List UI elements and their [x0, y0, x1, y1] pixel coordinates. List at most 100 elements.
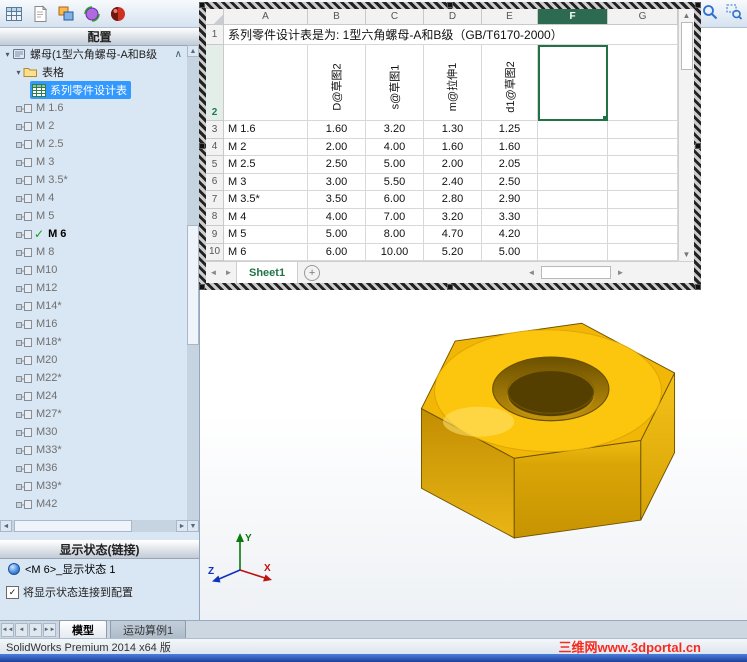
excel-cell[interactable] — [538, 226, 608, 244]
config-root-item[interactable]: ▾ 螺母(1型六角螺母-A和B级 ∧ — [0, 45, 188, 63]
excel-col-header-B[interactable]: B — [308, 9, 366, 25]
excel-config-cell[interactable]: M 4 — [224, 208, 308, 226]
config-item[interactable]: M30 — [0, 423, 188, 441]
excel-value-cell[interactable]: 1.25 — [482, 121, 538, 139]
config-item[interactable]: M 4 — [0, 189, 188, 207]
windows-taskbar-edge[interactable] — [0, 654, 747, 662]
config-item[interactable]: M12 — [0, 279, 188, 297]
scroll-right-icon[interactable]: ► — [613, 268, 628, 277]
scroll-left-icon[interactable]: ◄ — [0, 520, 12, 532]
scroll-up-icon[interactable]: ▲ — [187, 45, 199, 57]
excel-cell[interactable] — [538, 173, 608, 191]
excel-config-cell[interactable]: M 5 — [224, 226, 308, 244]
excel-value-cell[interactable]: 3.00 — [308, 173, 366, 191]
tab-last-icon[interactable]: ►► — [43, 623, 56, 637]
config-item[interactable]: M24 — [0, 387, 188, 405]
config-item[interactable]: M36 — [0, 459, 188, 477]
excel-config-cell[interactable]: M 6 — [224, 243, 308, 261]
table-icon[interactable] — [2, 2, 26, 26]
excel-cell[interactable] — [538, 191, 608, 209]
excel-value-cell[interactable]: 1.60 — [482, 138, 538, 156]
design-table-ole[interactable]: A B C D E F G 1 2 3 4 5 6 7 8 9 10 系列零件设计表是为: 1型六角螺母-A和B级… — [199, 2, 701, 290]
config-item[interactable]: M42 — [0, 495, 188, 513]
excel-col-header-A[interactable]: A — [224, 9, 308, 25]
config-item[interactable]: M 3 — [0, 153, 188, 171]
excel-value-cell[interactable]: 2.00 — [424, 156, 482, 174]
design-table-item[interactable]: 系列零件设计表 — [0, 81, 188, 99]
sheet-icon[interactable] — [28, 2, 52, 26]
excel-cell[interactable] — [538, 121, 608, 139]
excel-cell[interactable] — [608, 191, 678, 209]
tables-folder-item[interactable]: ▾ 表格 — [0, 63, 188, 81]
ole-handle[interactable] — [695, 284, 701, 290]
config-item[interactable]: ✓ M 6 — [0, 225, 188, 243]
excel-value-cell[interactable]: 2.80 — [424, 191, 482, 209]
zoom-area-icon[interactable] — [725, 3, 743, 24]
config-item[interactable]: M 2.5 — [0, 135, 188, 153]
excel-col-header-D[interactable]: D — [424, 9, 482, 25]
scroll-up-icon[interactable]: ▲ — [683, 9, 691, 22]
excel-value-cell[interactable]: 2.50 — [482, 173, 538, 191]
add-sheet-icon[interactable]: + — [304, 264, 321, 281]
excel-col-header-G[interactable]: G — [608, 9, 678, 25]
ole-handle[interactable] — [695, 143, 701, 149]
excel-row-header-9[interactable]: 9 — [206, 226, 224, 244]
excel-value-cell[interactable]: 1.60 — [308, 121, 366, 139]
excel-col-header-F[interactable]: F — [538, 9, 608, 25]
excel-value-cell[interactable]: 8.00 — [366, 226, 424, 244]
scroll-left-icon[interactable]: ◄ — [524, 268, 539, 277]
tab-next-icon[interactable]: ► — [29, 623, 42, 637]
excel-cell[interactable] — [608, 208, 678, 226]
tab-motion-study[interactable]: 运动算例1 — [110, 620, 187, 638]
excel-value-cell[interactable]: 2.40 — [424, 173, 482, 191]
config-item[interactable]: M20 — [0, 351, 188, 369]
excel-value-cell[interactable]: 2.50 — [308, 156, 366, 174]
scrollbar-thumb[interactable] — [187, 225, 199, 345]
sheet-tab[interactable]: Sheet1 — [236, 262, 299, 283]
excel-value-cell[interactable]: 4.20 — [482, 226, 538, 244]
config-item[interactable]: M16 — [0, 315, 188, 333]
excel-config-cell[interactable]: M 3 — [224, 173, 308, 191]
excel-active-cell[interactable] — [538, 45, 608, 121]
excel-config-cell[interactable]: M 2.5 — [224, 156, 308, 174]
material-icon[interactable] — [106, 2, 130, 26]
excel-value-cell[interactable]: 6.00 — [308, 243, 366, 261]
excel-value-cell[interactable]: 3.20 — [424, 208, 482, 226]
excel-cell[interactable] — [538, 208, 608, 226]
config-item[interactable]: M 3.5* — [0, 171, 188, 189]
ole-handle[interactable] — [447, 2, 453, 8]
config-item[interactable]: M 2 — [0, 117, 188, 135]
excel-value-cell[interactable]: 5.50 — [366, 173, 424, 191]
excel-value-cell[interactable]: 10.00 — [366, 243, 424, 261]
excel-value-cell[interactable]: 4.00 — [366, 138, 424, 156]
excel-value-cell[interactable]: 5.20 — [424, 243, 482, 261]
excel-value-cell[interactable]: 5.00 — [366, 156, 424, 174]
scroll-down-icon[interactable]: ▼ — [187, 520, 199, 532]
excel-col-header-E[interactable]: E — [482, 9, 538, 25]
ole-handle[interactable] — [199, 143, 205, 149]
excel-param-header[interactable]: D@草图2 — [308, 45, 366, 121]
excel-cell[interactable] — [608, 138, 678, 156]
excel-select-all[interactable] — [206, 9, 224, 25]
excel-cell[interactable] — [538, 138, 608, 156]
hex-nut-model[interactable] — [398, 292, 698, 542]
config-item[interactable]: M14* — [0, 297, 188, 315]
tree-vertical-scrollbar[interactable]: ▲ ▼ — [187, 45, 199, 532]
config-item[interactable]: M 1.6 — [0, 99, 188, 117]
excel-cell[interactable] — [608, 156, 678, 174]
tab-first-icon[interactable]: ◄◄ — [1, 623, 14, 637]
collapse-arrow-icon[interactable]: ∧ — [175, 49, 182, 60]
expander-icon[interactable]: ▾ — [3, 50, 12, 59]
excel-cell-A2[interactable] — [224, 45, 308, 121]
link-display-states-row[interactable]: ✓ 将显示状态连接到配置 — [0, 584, 133, 600]
tab-prev-icon[interactable]: ◄ — [15, 623, 28, 637]
expander-icon[interactable]: ▾ — [14, 68, 23, 77]
scroll-down-icon[interactable]: ▼ — [683, 248, 691, 261]
scrollbar-thumb[interactable] — [541, 266, 611, 279]
excel-value-cell[interactable]: 7.00 — [366, 208, 424, 226]
excel-value-cell[interactable]: 5.00 — [482, 243, 538, 261]
excel-value-cell[interactable]: 4.00 — [308, 208, 366, 226]
excel-row-header-1[interactable]: 1 — [206, 25, 224, 45]
excel-value-cell[interactable]: 1.30 — [424, 121, 482, 139]
display-state-item[interactable]: <M 6>_显示状态 1 — [0, 560, 115, 578]
